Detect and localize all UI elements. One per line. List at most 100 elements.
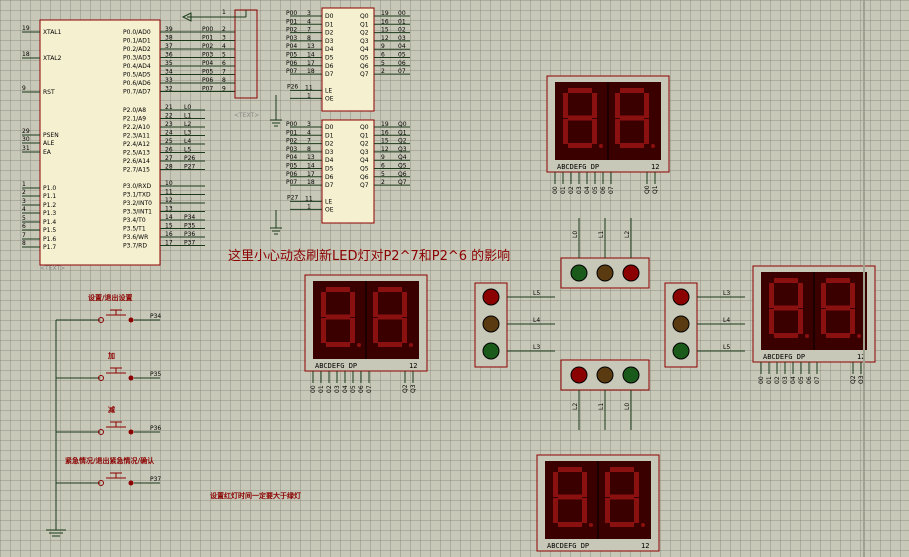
p0-pin-name: P0.2/AD2: [123, 46, 151, 53]
light-top-lamp: [596, 264, 614, 282]
latch2-d-name: D2: [325, 141, 334, 148]
latch2-d-name: D7: [325, 182, 334, 189]
p0-pin-num: 39: [165, 26, 173, 33]
display-top-seg-net: 04: [584, 186, 591, 194]
p2-pin-num: 28: [165, 164, 173, 171]
ground-icon-3: [46, 320, 66, 537]
segment: [610, 467, 634, 472]
display-top-seg-net: 00: [552, 186, 559, 194]
light-bottom-net: L0: [624, 403, 631, 410]
mcu-pin-num: 6: [22, 223, 26, 230]
p0-res-pin: 9: [222, 86, 226, 93]
p2-pin-num: 21: [165, 104, 173, 111]
mcu-pin-name: XTAL1: [43, 29, 62, 36]
latch1-oe-name: OE: [325, 95, 334, 102]
button-contact-2[interactable]: [128, 429, 134, 435]
segment: [826, 305, 850, 311]
latch1-out-net: 00: [398, 10, 406, 17]
display-left-seg-net: 04: [342, 385, 349, 393]
segment: [350, 292, 355, 317]
p3-pin-num: 12: [165, 197, 173, 204]
segment-dp: [357, 343, 361, 347]
p0-res-pin: 4: [222, 43, 226, 50]
mcu-text-placeholder: <TEXT>: [40, 265, 65, 272]
mcu-pin-name: PSEN: [43, 132, 59, 139]
latch1-in-pin: 7: [307, 27, 311, 34]
segment-dp: [599, 144, 603, 148]
latch2-out-pin: 16: [381, 129, 389, 136]
segment: [798, 283, 803, 308]
latch2-in-pin: 8: [307, 146, 311, 153]
light-top-net: L2: [624, 231, 631, 238]
segment: [558, 467, 582, 472]
segment: [563, 93, 568, 118]
latch1-d-name: D2: [325, 30, 334, 37]
latch1-d-name: D4: [325, 46, 334, 53]
segment: [634, 472, 639, 497]
latch1-d-name: D0: [325, 13, 334, 20]
latch1-in-net: P02: [286, 27, 297, 34]
display-right-seg-net: 05: [798, 376, 805, 384]
latch2-q-name: Q1: [360, 132, 369, 139]
latch1-q-name: Q2: [360, 30, 369, 37]
mcu-pin-name: EA: [43, 149, 52, 156]
latch2-q-name: Q6: [360, 174, 369, 181]
latch2-in-net: P00: [286, 121, 297, 128]
latch2-d-name: D3: [325, 149, 334, 156]
latch1-d-name: D3: [325, 38, 334, 45]
display-left-seg-net: 06: [358, 385, 365, 393]
latch1-out-net: 05: [398, 52, 406, 59]
light-bottom-net: L1: [598, 403, 605, 410]
segment: [350, 318, 355, 343]
light-left-net: L3: [533, 344, 540, 351]
light-left-lamp: [482, 288, 500, 306]
p0-pin-num: 35: [165, 60, 173, 67]
button-label-3: 紧急情况/退出紧急情况/确认: [65, 456, 155, 465]
p2-pin-num: 23: [165, 121, 173, 128]
display-right-seg-net: 03: [782, 376, 789, 384]
segment: [378, 342, 402, 347]
latch1-out-pin: 12: [381, 35, 389, 42]
mcu-pin-name: P1.7: [43, 244, 56, 251]
p0-res-pin: 5: [222, 52, 226, 59]
latch1-le-name: LE: [325, 87, 332, 94]
latch2-out-net: Q2: [398, 138, 407, 145]
latch1-in-net: P06: [286, 60, 297, 67]
segment-dp: [857, 334, 861, 338]
segment: [321, 292, 326, 317]
p2-pin-num: 26: [165, 147, 173, 154]
display-left-seg-net: 02: [326, 385, 333, 393]
display-right-pin-label: ABCDEFG DP: [763, 353, 805, 361]
p0-net-label: P06: [202, 77, 213, 84]
latch1-out-net: 04: [398, 43, 406, 50]
latch2-d-name: D5: [325, 166, 334, 173]
display-top-seg-net: 07: [608, 186, 615, 194]
p3-pin-num: 11: [165, 189, 173, 196]
light-left-lamp: [482, 315, 500, 333]
light-top: L0 L1 L2: [560, 218, 650, 289]
p3-net-label: P37: [184, 240, 195, 247]
p3-pin-name: P3.2/INT0: [123, 200, 152, 207]
latch2-in-net: P07: [286, 179, 297, 186]
latch1-oe-pin: 1: [307, 92, 311, 99]
button-label-2: 减: [108, 405, 115, 414]
resistor-pack[interactable]: [234, 9, 258, 99]
segment: [826, 278, 850, 283]
light-bottom-lamp: [622, 366, 640, 384]
mcu-pin-name: RST: [43, 89, 55, 96]
latch2-out-pin: 5: [381, 171, 385, 178]
p0-pin-num: 36: [165, 52, 173, 59]
button-label-0: 设置/退出设置: [88, 293, 133, 302]
segment: [774, 305, 798, 311]
button-contact-2[interactable]: [128, 317, 134, 323]
button-contact-2[interactable]: [128, 375, 134, 381]
segment: [582, 498, 587, 523]
latch2-oe-pin: 1: [307, 203, 311, 210]
light-top-net: L1: [598, 231, 605, 238]
latch2-out-net: Q6: [398, 171, 407, 178]
display-right-seg-net: 07: [814, 376, 821, 384]
display-top-dig-net: Q1: [652, 185, 659, 194]
latch1-le-pin: 11: [305, 84, 313, 91]
display-bottom: ABCDEFG DP 12: [536, 454, 660, 552]
button-contact-2[interactable]: [128, 480, 134, 486]
